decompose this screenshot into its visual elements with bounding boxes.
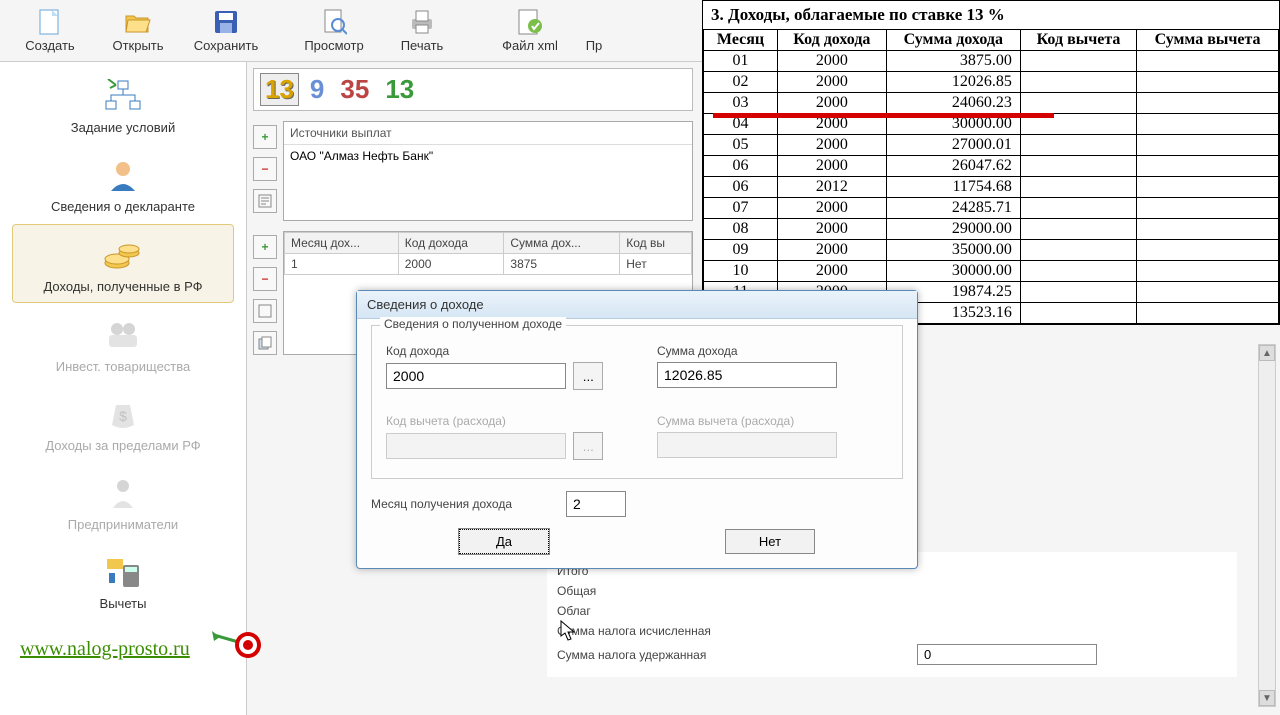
sidebar-item-conditions[interactable]: Задание условий — [12, 66, 234, 143]
xml-button[interactable]: Файл xml — [486, 4, 574, 57]
rate-tab-13b[interactable]: 13 — [380, 73, 419, 106]
coins-icon — [103, 235, 143, 275]
summary-calc-label: Сумма налога исчисленная — [557, 624, 917, 638]
doc-row: 0120003875.00 — [704, 51, 1279, 72]
sidebar-item-declarant[interactable]: Сведения о декларанте — [12, 145, 234, 222]
rate-tab-35[interactable]: 35 — [335, 73, 374, 106]
yes-button[interactable]: Да — [459, 529, 549, 554]
edit-income-button[interactable] — [253, 299, 277, 323]
sources-panel: + − Источники выплат ОАО "Алмаз Нефть Ба… — [253, 121, 693, 221]
sources-header: Источники выплат — [284, 122, 692, 145]
doc-row: 03200024060.23 — [704, 93, 1279, 114]
check-button[interactable]: Пр — [574, 4, 614, 57]
month-label: Месяц получения дохода — [371, 497, 512, 511]
preview-button[interactable]: Просмотр — [290, 4, 378, 57]
sidebar-item-income-abroad: $ Доходы за пределами РФ — [12, 384, 234, 461]
businessman-icon — [103, 473, 143, 513]
sidebar-item-entrepreneurs: Предприниматели — [12, 463, 234, 540]
dsum-input — [657, 432, 837, 458]
doc-row: 10200030000.00 — [704, 261, 1279, 282]
sidebar: Задание условий Сведения о декларанте До… — [0, 62, 247, 715]
create-button[interactable]: Создать — [6, 4, 94, 57]
summary-withheld-label: Сумма налога удержанная — [557, 648, 917, 662]
dcode-label: Код вычета (расхода) — [386, 414, 617, 428]
sidebar-item-income-rf[interactable]: Доходы, полученные в РФ — [12, 224, 234, 303]
printer-icon — [408, 8, 436, 36]
new-file-icon — [36, 8, 64, 36]
month-input[interactable] — [566, 491, 626, 517]
code-picker-button[interactable]: ... — [573, 362, 603, 390]
sidebar-item-deductions[interactable]: Вычеты — [12, 542, 234, 619]
edit-source-button[interactable] — [253, 189, 277, 213]
no-button[interactable]: Нет — [725, 529, 815, 554]
svg-text:$: $ — [119, 408, 127, 424]
person-icon — [103, 155, 143, 195]
doc-table: Месяц Код дохода Сумма дохода Код вычета… — [703, 29, 1279, 324]
doc-row: 09200035000.00 — [704, 240, 1279, 261]
income-row[interactable]: 1 2000 3875 Нет — [285, 254, 692, 275]
code-input[interactable] — [386, 363, 566, 389]
code-label: Код дохода — [386, 344, 617, 358]
mouse-cursor-icon — [560, 620, 578, 642]
sum-label: Сумма дохода — [657, 344, 888, 358]
sum-input[interactable] — [657, 362, 837, 388]
income-fieldset: Сведения о полученном доходе Код дохода … — [371, 325, 903, 479]
doc-row: 07200024285.71 — [704, 198, 1279, 219]
highlight-line — [713, 113, 1054, 118]
dialog-title: Сведения о доходе — [357, 291, 917, 319]
doc-row: 02200012026.85 — [704, 72, 1279, 93]
income-header-row: Месяц дох... Код дохода Сумма дох... Код… — [285, 233, 692, 254]
handshake-icon — [103, 315, 143, 355]
income-table: Месяц дох... Код дохода Сумма дох... Код… — [284, 232, 692, 275]
magnifier-page-icon — [320, 8, 348, 36]
watermark-link: www.nalog-prosto.ru — [20, 638, 190, 661]
doc-row: 06201211754.68 — [704, 177, 1279, 198]
doc-row: 08200029000.00 — [704, 219, 1279, 240]
summary-taxable-label: Облаг — [557, 604, 917, 618]
print-button[interactable]: Печать — [378, 4, 466, 57]
tree-icon — [103, 76, 143, 116]
source-row[interactable]: ОАО "Алмаз Нефть Банк" — [284, 145, 692, 167]
dsum-label: Сумма вычета (расхода) — [657, 414, 888, 428]
sources-toolbar: + − — [253, 121, 283, 221]
check-icon — [580, 8, 608, 36]
scroll-up-button[interactable]: ▲ — [1259, 345, 1275, 361]
doc-row: 06200026047.62 — [704, 156, 1279, 177]
add-income-button[interactable]: + — [253, 235, 277, 259]
income-details-dialog: Сведения о доходе Сведения о полученном … — [356, 290, 918, 569]
dcode-input — [386, 433, 566, 459]
rate-tab-13[interactable]: 13 — [260, 73, 299, 106]
target-icon — [212, 615, 262, 665]
doc-row: 05200027000.01 — [704, 135, 1279, 156]
summary-panel: Итого Общая Облаг Сумма налога исчисленн… — [547, 552, 1237, 677]
xml-file-icon — [516, 8, 544, 36]
money-bag-icon: $ — [103, 394, 143, 434]
summary-total-label: Общая — [557, 584, 917, 598]
remove-source-button[interactable]: − — [253, 157, 277, 181]
scroll-down-button[interactable]: ▼ — [1259, 690, 1275, 706]
save-button[interactable]: Сохранить — [182, 4, 270, 57]
vertical-scrollbar[interactable]: ▲ ▼ — [1258, 344, 1276, 707]
summary-withheld-input[interactable] — [917, 644, 1097, 665]
open-button[interactable]: Открыть — [94, 4, 182, 57]
floppy-disk-icon — [212, 8, 240, 36]
income-toolbar: + − — [253, 231, 283, 355]
folder-open-icon — [124, 8, 152, 36]
calculator-icon — [103, 552, 143, 592]
sidebar-item-invest: Инвест. товарищества — [12, 305, 234, 382]
rate-tab-9[interactable]: 9 — [305, 73, 329, 106]
copy-income-button[interactable] — [253, 331, 277, 355]
doc-title: 3. Доходы, облагаемые по ставке 13 % — [703, 1, 1279, 29]
sources-list[interactable]: Источники выплат ОАО "Алмаз Нефть Банк" — [283, 121, 693, 221]
reference-document: 3. Доходы, облагаемые по ставке 13 % Мес… — [702, 0, 1280, 325]
tax-rate-tabs: 13 9 35 13 — [253, 68, 693, 111]
dcode-picker-button: ... — [573, 432, 603, 460]
remove-income-button[interactable]: − — [253, 267, 277, 291]
add-source-button[interactable]: + — [253, 125, 277, 149]
